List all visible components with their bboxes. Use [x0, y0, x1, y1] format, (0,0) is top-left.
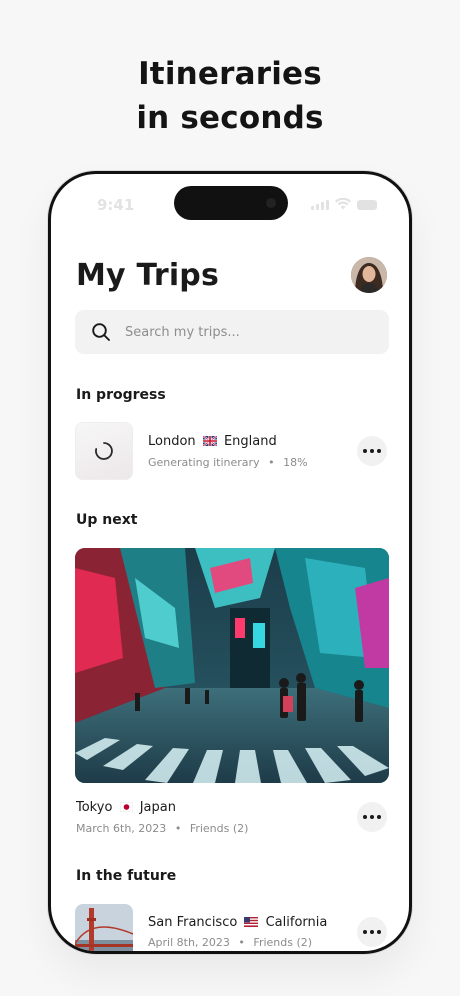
london-status-text: Generating itinerary: [148, 456, 260, 469]
promo-headline: Itineraries in seconds: [0, 52, 460, 140]
tokyo-trip-title[interactable]: Tokyo Japan: [76, 800, 176, 815]
search-input[interactable]: [125, 324, 355, 340]
avatar[interactable]: [351, 257, 387, 293]
status-time: 9:41: [97, 196, 135, 214]
status-icons: [311, 198, 377, 210]
sf-city: San Francisco: [148, 915, 238, 930]
tokyo-hero-image[interactable]: [75, 548, 389, 783]
sf-details: April 8th, 2023 • Friends (2): [148, 936, 313, 949]
spinner-icon: [95, 442, 113, 460]
uk-flag-icon: [202, 436, 217, 446]
headline-line-1: Itineraries: [138, 56, 322, 92]
sf-trip-title[interactable]: San Francisco California: [148, 915, 327, 930]
london-progress: 18%: [283, 456, 308, 469]
london-status: Generating itinerary • 18%: [148, 456, 308, 469]
tokyo-companions: Friends (2): [189, 822, 249, 835]
tokyo-details: March 6th, 2023 • Friends (2): [76, 822, 249, 835]
london-thumbnail[interactable]: [75, 422, 133, 480]
search-bar[interactable]: [75, 310, 389, 354]
tokyo-date: March 6th, 2023: [76, 822, 167, 835]
tokyo-more-button[interactable]: [357, 802, 387, 832]
sf-date: April 8th, 2023: [148, 936, 230, 949]
tokyo-country: Japan: [139, 800, 176, 815]
section-in-progress: In progress: [76, 387, 166, 403]
section-in-the-future: In the future: [76, 868, 177, 884]
headline-line-2: in seconds: [136, 100, 324, 136]
sf-thumbnail[interactable]: [75, 904, 133, 951]
sf-companions: Friends (2): [253, 936, 313, 949]
section-up-next: Up next: [76, 512, 138, 528]
us-flag-icon: [244, 917, 259, 927]
london-more-button[interactable]: [357, 436, 387, 466]
london-trip-title[interactable]: London England: [148, 434, 277, 449]
search-icon: [92, 323, 110, 341]
page-title: My Trips: [76, 258, 220, 293]
signal-icon: [311, 200, 329, 210]
london-country: England: [223, 434, 277, 449]
wifi-icon: [335, 198, 351, 210]
sf-country: California: [265, 915, 328, 930]
battery-icon: [357, 200, 377, 210]
japan-flag-icon: [119, 802, 133, 812]
tokyo-city: Tokyo: [76, 800, 113, 815]
sf-more-button[interactable]: [357, 917, 387, 947]
dynamic-island: [174, 186, 288, 220]
london-city: London: [148, 434, 196, 449]
phone-frame: 9:41 My Trips In progress London: [48, 171, 412, 954]
